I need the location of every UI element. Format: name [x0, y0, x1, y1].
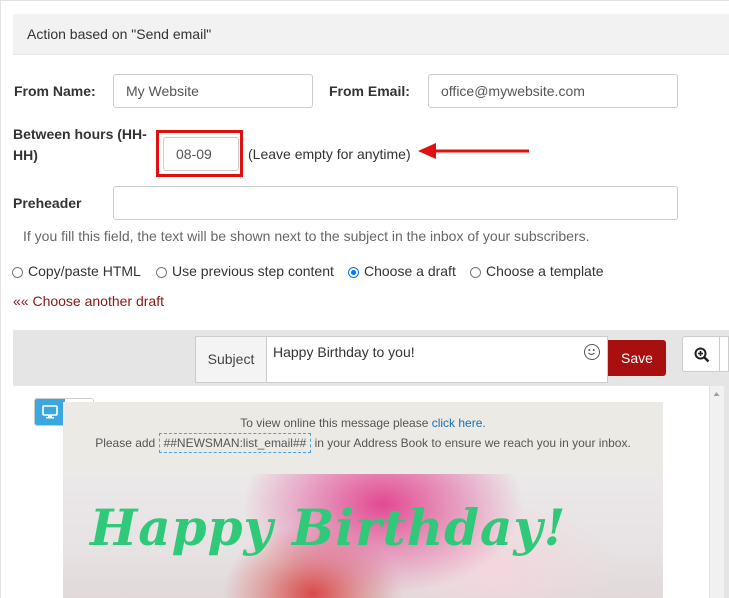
preview-scrollbar[interactable] [709, 386, 724, 598]
radio-label: Choose a template [486, 263, 604, 279]
radio-circle-selected[interactable] [348, 267, 359, 278]
between-hours-hint: (Leave empty for anytime) [248, 146, 411, 162]
save-button[interactable]: Save [608, 340, 666, 376]
toolbar-next-button[interactable] [720, 336, 729, 372]
zoom-in-button[interactable] [682, 336, 720, 372]
smiley-face-glyph [588, 349, 595, 356]
from-name-label: From Name: [14, 83, 96, 99]
action-header-title: Action based on "Send email" [27, 26, 212, 42]
preheader-label: Preheader [13, 195, 82, 211]
subject-input[interactable]: Happy Birthday to you! [267, 336, 608, 383]
desktop-icon [42, 405, 58, 419]
choose-another-draft-link[interactable]: «« Choose another draft [13, 293, 164, 309]
between-hours-input[interactable]: 08-09 [163, 137, 239, 171]
address-book-text-after: in your Address Book to ensure we reach … [311, 436, 631, 450]
radio-circle[interactable] [156, 267, 167, 278]
address-book-text-before: Please add [95, 436, 159, 450]
radio-circle[interactable] [470, 267, 481, 278]
from-name-input[interactable]: My Website [113, 74, 313, 108]
radio-choose-draft[interactable]: Choose a draft [348, 263, 456, 279]
red-arrow-left-icon [418, 143, 529, 159]
from-email-input[interactable]: office@mywebsite.com [428, 74, 678, 108]
zoom-in-icon [694, 347, 710, 363]
preheader-input[interactable] [113, 186, 678, 220]
radio-label: Choose a draft [364, 263, 456, 279]
radio-use-previous-step[interactable]: Use previous step content [156, 263, 334, 279]
radio-label: Copy/paste HTML [28, 263, 141, 279]
radio-copy-paste-html[interactable]: Copy/paste HTML [12, 263, 141, 279]
radio-circle[interactable] [12, 267, 23, 278]
radio-label: Use previous step content [172, 263, 334, 279]
view-online-line: To view online this message please click… [63, 416, 663, 430]
from-email-label: From Email: [329, 83, 410, 99]
subject-label: Subject [195, 336, 267, 383]
smiley-icon[interactable] [584, 344, 600, 360]
between-hours-label-line1: Between hours (HH- [13, 126, 147, 142]
action-header: Action based on "Send email" [13, 14, 729, 55]
between-hours-label-line2: HH) [13, 147, 38, 163]
address-book-line: Please add ##NEWSMAN:list_email## in you… [63, 433, 663, 453]
preheader-help-text: If you fill this field, the text will be… [23, 228, 590, 244]
scroll-up-arrow-icon [713, 392, 720, 396]
list-email-merge-tag[interactable]: ##NEWSMAN:list_email## [158, 433, 312, 453]
view-online-text: To view online this message please [240, 416, 432, 430]
radio-choose-template[interactable]: Choose a template [470, 263, 604, 279]
desktop-view-button[interactable] [35, 399, 65, 425]
view-online-link[interactable]: click here. [432, 416, 486, 430]
hero-title: Happy Birthday! [90, 498, 567, 557]
